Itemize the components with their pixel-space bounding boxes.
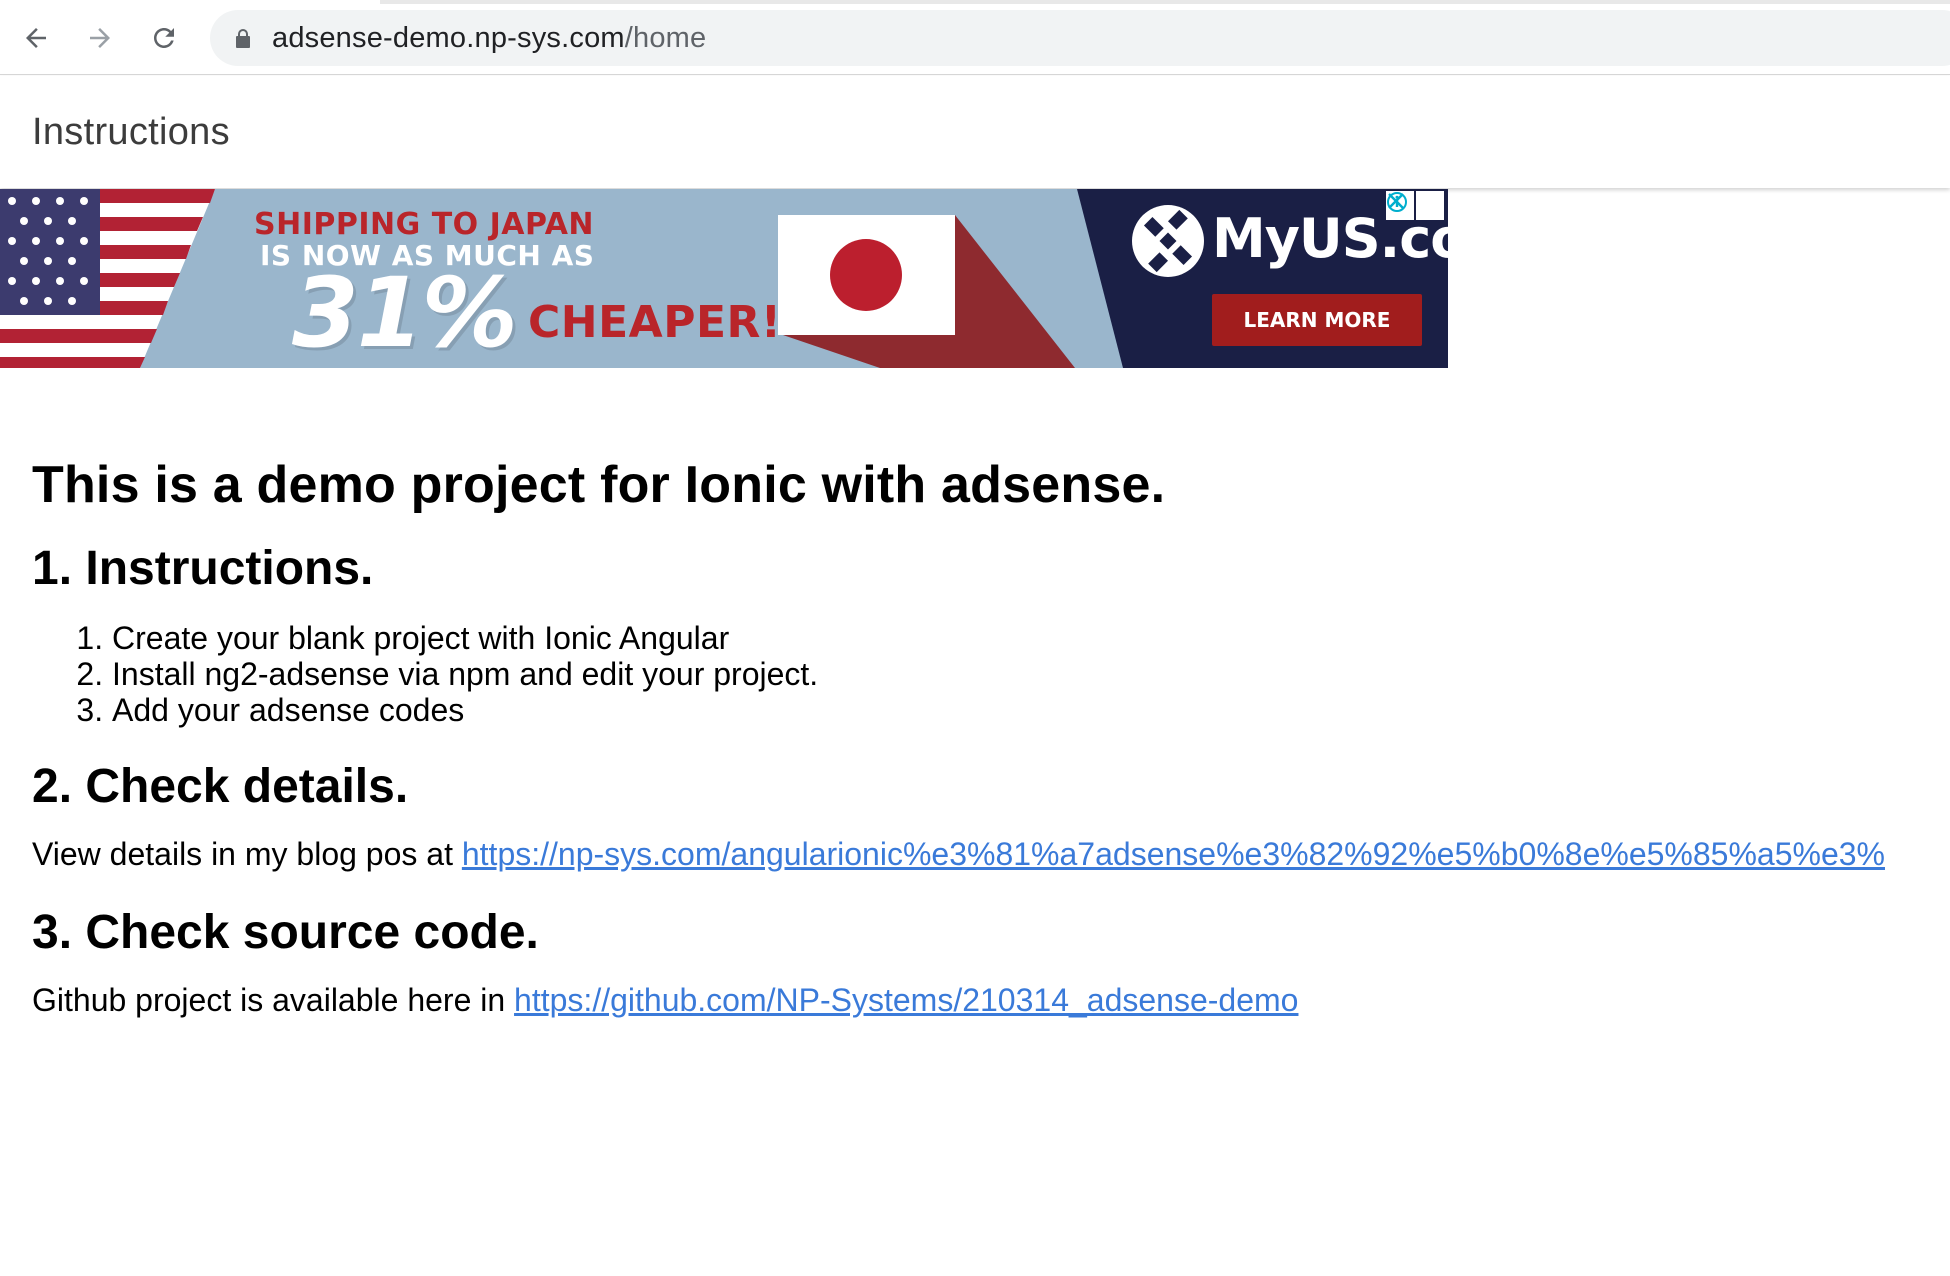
reload-button[interactable] <box>142 16 186 60</box>
ad-banner[interactable]: SHIPPING TO JAPAN IS NOW AS MUCH AS 31% … <box>0 189 1448 368</box>
list-item: Install ng2-adsense via npm and edit you… <box>112 656 1932 692</box>
ad-cheaper: CHEAPER! <box>528 297 782 348</box>
ad-percent: 31% <box>292 257 518 368</box>
section-instructions-title: 1. Instructions. <box>32 542 374 595</box>
source-text: Github project is available here in <box>32 982 515 1018</box>
ad-choices <box>1386 191 1446 221</box>
main-content: This is a demo project for Ionic with ad… <box>32 440 1932 1020</box>
url-domain: adsense-demo.np-sys.com <box>272 21 625 54</box>
details-text: View details in my blog pos at <box>32 836 462 872</box>
arrow-right-icon <box>90 28 110 48</box>
page-title: Instructions <box>32 110 230 153</box>
lock-icon[interactable] <box>232 27 254 49</box>
list-item: Add your adsense codes <box>112 692 1932 728</box>
tab-strip <box>380 0 1950 4</box>
back-button[interactable] <box>14 16 58 60</box>
url-text: adsense-demo.np-sys.com/home <box>272 22 706 55</box>
reload-icon <box>154 28 174 48</box>
ad-close-icon[interactable] <box>1388 191 1444 220</box>
blog-post-link[interactable]: https://np-sys.com/angularionic%e3%81%a7… <box>462 836 1885 872</box>
instructions-list: Create your blank project with Ionic Ang… <box>32 620 1932 728</box>
japan-flag-image <box>778 215 1075 368</box>
list-item: Create your blank project with Ionic Ang… <box>112 620 1932 656</box>
section-details-title: 2. Check details. <box>32 760 409 813</box>
forward-button[interactable] <box>78 16 122 60</box>
source-paragraph: Github project is available here in http… <box>32 980 1932 1020</box>
learn-more-button[interactable]: LEARN MORE <box>1212 294 1422 346</box>
section-source-title: 3. Check source code. <box>32 906 539 959</box>
ad-headline: SHIPPING TO JAPAN <box>254 207 595 242</box>
address-bar[interactable]: adsense-demo.np-sys.com/home <box>210 10 1950 66</box>
details-paragraph: View details in my blog pos at https://n… <box>32 834 1932 874</box>
browser-toolbar: adsense-demo.np-sys.com/home <box>0 0 1950 75</box>
us-flag-image <box>0 189 215 368</box>
page-heading: This is a demo project for Ionic with ad… <box>32 456 1166 514</box>
github-link[interactable]: https://github.com/NP-Systems/210314_ads… <box>514 982 1298 1018</box>
app-header: Instructions <box>0 76 1950 188</box>
url-path: /home <box>624 21 707 54</box>
myus-logo-icon <box>1132 205 1204 277</box>
arrow-left-icon <box>26 28 46 48</box>
